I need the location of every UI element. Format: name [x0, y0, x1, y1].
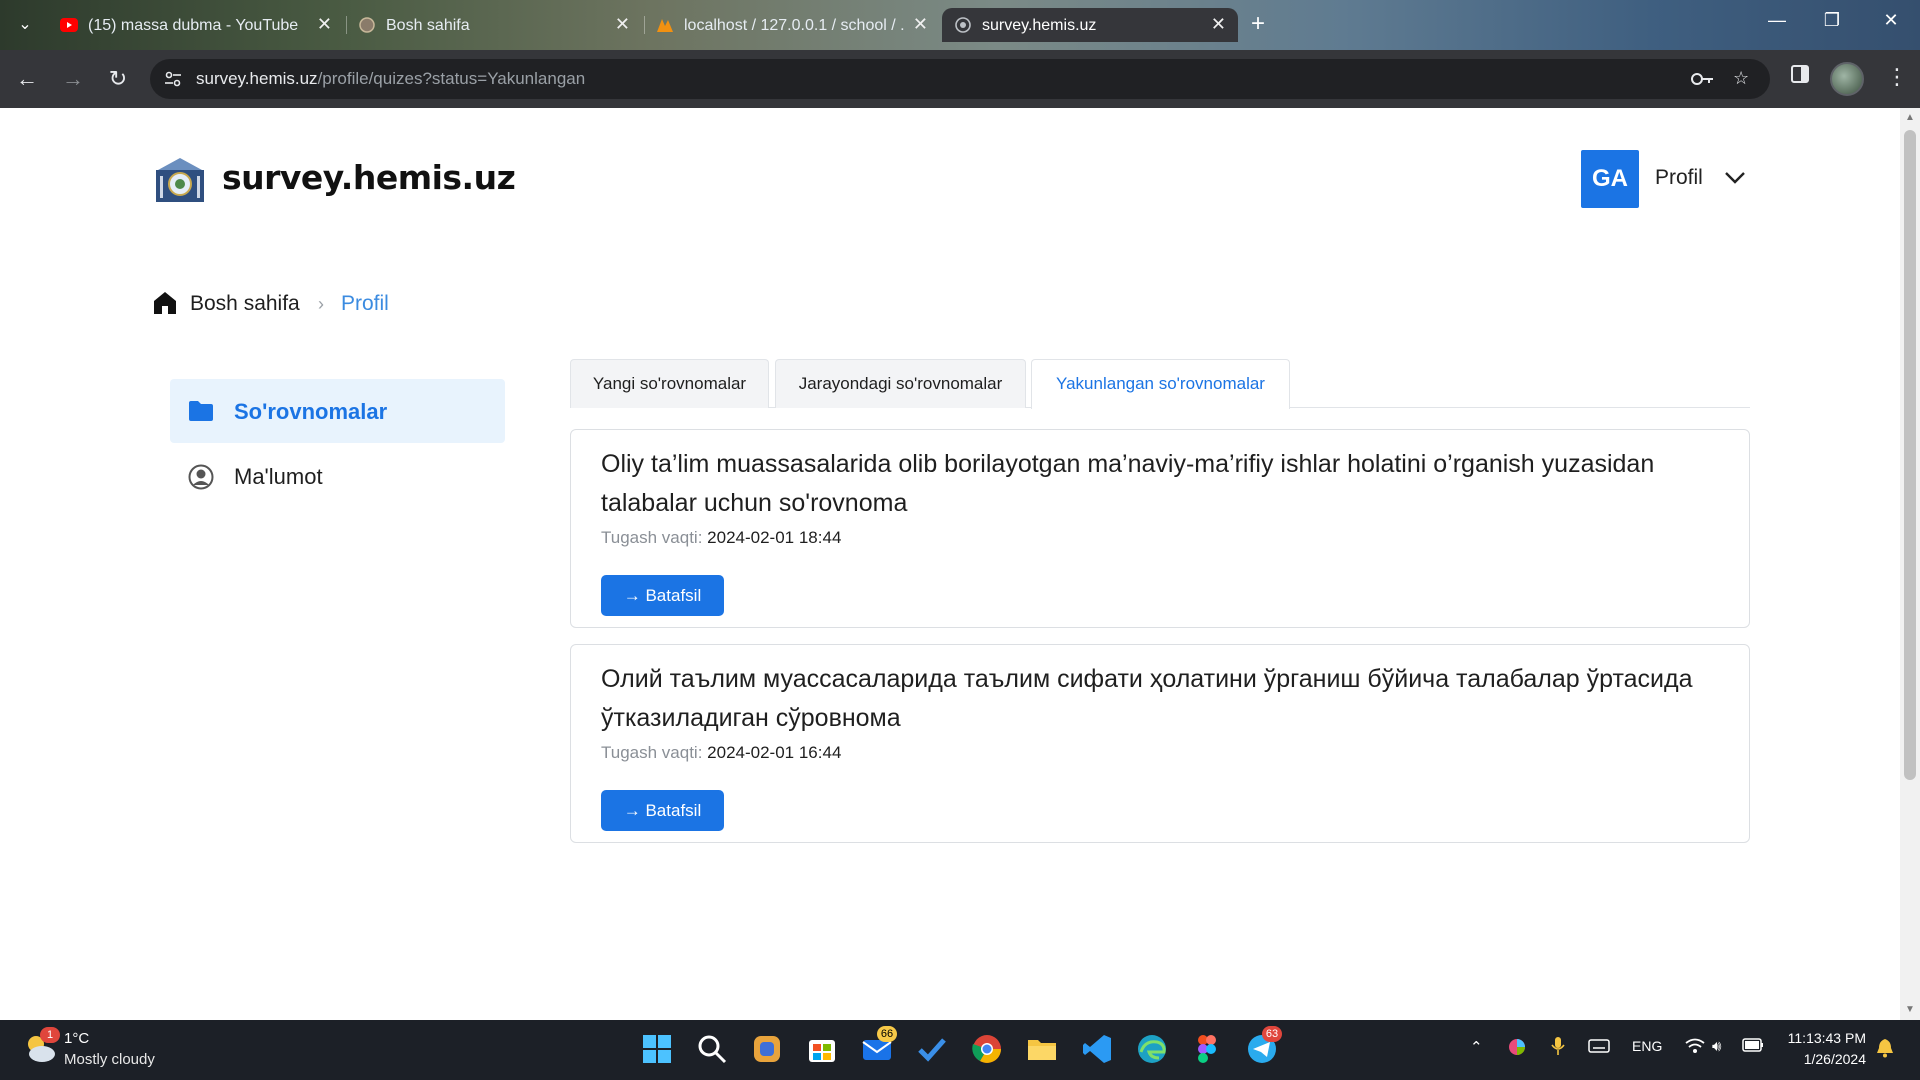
breadcrumb-current[interactable]: Profil: [341, 292, 389, 316]
survey-card: Олий таълим муассасаларида таълим сифати…: [570, 644, 1750, 843]
phpmyadmin-icon: [657, 19, 673, 32]
battery-icon[interactable]: [1742, 1038, 1764, 1052]
survey-card: Oliy ta’lim muassasalarida olib borilayo…: [570, 429, 1750, 628]
search-icon[interactable]: [695, 1032, 729, 1066]
bookmark-star-icon[interactable]: ☆: [1733, 68, 1749, 89]
language-indicator[interactable]: ENG: [1632, 1038, 1662, 1054]
color-wheel-icon[interactable]: [1508, 1038, 1526, 1056]
tray-overflow-chevron-icon[interactable]: ⌃: [1470, 1038, 1483, 1056]
seal-icon: [359, 17, 375, 33]
tab-yakunlangan[interactable]: Yakunlangan so'rovnomalar: [1031, 359, 1290, 409]
survey-deadline: Tugash vaqti: 2024-02-01 16:44: [601, 743, 841, 763]
telegram-badge: 63: [1262, 1026, 1282, 1042]
minimize-button[interactable]: —: [1762, 10, 1792, 31]
tab-phpmyadmin[interactable]: localhost / 127.0.0.1 / school / ... ✕: [644, 8, 940, 42]
vscode-icon[interactable]: [1080, 1032, 1114, 1066]
microphone-icon[interactable]: [1550, 1036, 1566, 1056]
close-tab-icon[interactable]: ✕: [317, 14, 332, 35]
user-circle-icon: [188, 464, 214, 490]
address-bar[interactable]: survey.hemis.uz/profile/quizes?status=Ya…: [150, 59, 1770, 99]
sidebar-item-sorovnomalar[interactable]: So'rovnomalar: [170, 379, 505, 443]
windows-taskbar: 1 1°C Mostly cloudy 66 63 ⌃ ENG 🔊︎ 11:13…: [0, 1020, 1920, 1080]
deadline-label: Tugash vaqti:: [601, 528, 703, 547]
scroll-down-arrow-icon[interactable]: ▼: [1904, 1004, 1916, 1016]
mail-badge: 66: [877, 1026, 897, 1042]
chevron-down-icon[interactable]: [1722, 164, 1748, 190]
deadline-value: 2024-02-01 16:44: [707, 743, 842, 762]
todo-check-icon[interactable]: [915, 1032, 949, 1066]
reload-button[interactable]: ↻: [103, 64, 133, 94]
sidebar-item-malumot[interactable]: Ma'lumot: [170, 444, 505, 508]
browser-toolbar: ← → ↻ survey.hemis.uz/profile/quizes?sta…: [0, 50, 1920, 108]
page-content: survey.hemis.uz GA Profil Bosh sahifa › …: [0, 108, 1900, 962]
volume-icon[interactable]: 🔊︎: [1712, 1038, 1721, 1055]
new-tab-button[interactable]: +: [1244, 10, 1272, 38]
weather-temperature[interactable]: 1°C: [64, 1030, 89, 1047]
tab-title: (15) massa dubma - YouTube: [88, 17, 299, 34]
browser-profile-avatar[interactable]: [1830, 62, 1864, 96]
url-path: /profile/quizes?status=Yakunlangan: [317, 69, 586, 88]
copilot-icon[interactable]: [750, 1032, 784, 1066]
close-window-button[interactable]: ✕: [1876, 10, 1906, 31]
side-panel-icon[interactable]: [1790, 64, 1810, 84]
restore-button[interactable]: ❐: [1817, 10, 1847, 31]
url-host: survey.hemis.uz: [196, 69, 318, 88]
back-button[interactable]: ←: [12, 64, 42, 94]
clock-time[interactable]: 11:13:43 PM: [1784, 1030, 1866, 1046]
tab-yangi[interactable]: Yangi so'rovnomalar: [570, 359, 769, 408]
sidebar-item-label: Ma'lumot: [234, 464, 323, 489]
wifi-icon[interactable]: [1685, 1038, 1705, 1054]
user-initials-avatar[interactable]: GA: [1581, 150, 1639, 208]
survey-title: Олий таълим муассасаларида таълим сифати…: [601, 665, 1693, 732]
chrome-icon[interactable]: [970, 1032, 1004, 1066]
url-text[interactable]: survey.hemis.uz/profile/quizes?status=Ya…: [196, 69, 585, 89]
tab-title: Bosh sahifa: [386, 17, 470, 34]
browser-menu-icon[interactable]: ⋮: [1886, 64, 1908, 90]
browser-tab-bar: ⌄ (15) massa dubma - YouTube ✕ Bosh sahi…: [0, 0, 1920, 50]
clock-date[interactable]: 1/26/2024: [1784, 1051, 1866, 1067]
sidebar-item-label: So'rovnomalar: [234, 399, 388, 424]
tab-youtube[interactable]: (15) massa dubma - YouTube ✕: [48, 8, 344, 42]
notification-bell-icon[interactable]: [1876, 1038, 1894, 1058]
details-button[interactable]: → Batafsil: [601, 575, 724, 616]
site-title[interactable]: survey.hemis.uz: [222, 158, 516, 197]
tab-search-button[interactable]: ⌄: [12, 12, 38, 38]
tab-jarayondagi[interactable]: Jarayondagi so'rovnomalar: [775, 359, 1026, 408]
page-scrollbar[interactable]: ▲ ▼: [1900, 108, 1920, 1020]
details-button[interactable]: → Batafsil: [601, 790, 724, 831]
site-settings-icon[interactable]: [164, 70, 182, 88]
file-explorer-icon[interactable]: [1025, 1032, 1059, 1066]
deadline-value: 2024-02-01 18:44: [707, 528, 842, 547]
figma-icon[interactable]: [1190, 1032, 1224, 1066]
forward-button[interactable]: →: [58, 64, 88, 94]
tab-survey[interactable]: survey.hemis.uz ✕: [942, 8, 1238, 42]
profile-menu-label[interactable]: Profil: [1655, 166, 1703, 190]
close-tab-icon[interactable]: ✕: [615, 14, 630, 35]
tab-title: localhost / 127.0.0.1 / school / ...: [684, 17, 904, 34]
close-tab-icon[interactable]: ✕: [1211, 14, 1226, 35]
folder-icon: [189, 401, 213, 421]
close-tab-icon[interactable]: ✕: [913, 14, 928, 35]
breadcrumb-home-link[interactable]: Bosh sahifa: [190, 292, 300, 316]
key-icon[interactable]: [1690, 68, 1714, 90]
keyboard-icon[interactable]: [1588, 1038, 1610, 1054]
survey-title: Oliy ta’lim muassasalarida olib borilayo…: [601, 450, 1655, 517]
tab-bosh-sahifa[interactable]: Bosh sahifa ✕: [346, 8, 642, 42]
youtube-icon: [60, 18, 78, 32]
site-logo[interactable]: [154, 156, 206, 204]
scrollbar-thumb[interactable]: [1904, 130, 1916, 780]
weather-description[interactable]: Mostly cloudy: [64, 1051, 155, 1068]
edge-icon[interactable]: [1135, 1032, 1169, 1066]
windows-start-icon[interactable]: [640, 1032, 674, 1066]
weather-alert-badge: 1: [40, 1027, 60, 1043]
globe-icon: [955, 17, 971, 33]
tab-title: survey.hemis.uz: [982, 17, 1097, 34]
deadline-label: Tugash vaqti:: [601, 743, 703, 762]
survey-deadline: Tugash vaqti: 2024-02-01 18:44: [601, 528, 841, 548]
breadcrumb-chevron-icon: ›: [318, 294, 324, 314]
scroll-up-arrow-icon[interactable]: ▲: [1904, 112, 1916, 124]
home-icon[interactable]: [152, 290, 178, 316]
microsoft-store-icon[interactable]: [805, 1032, 839, 1066]
